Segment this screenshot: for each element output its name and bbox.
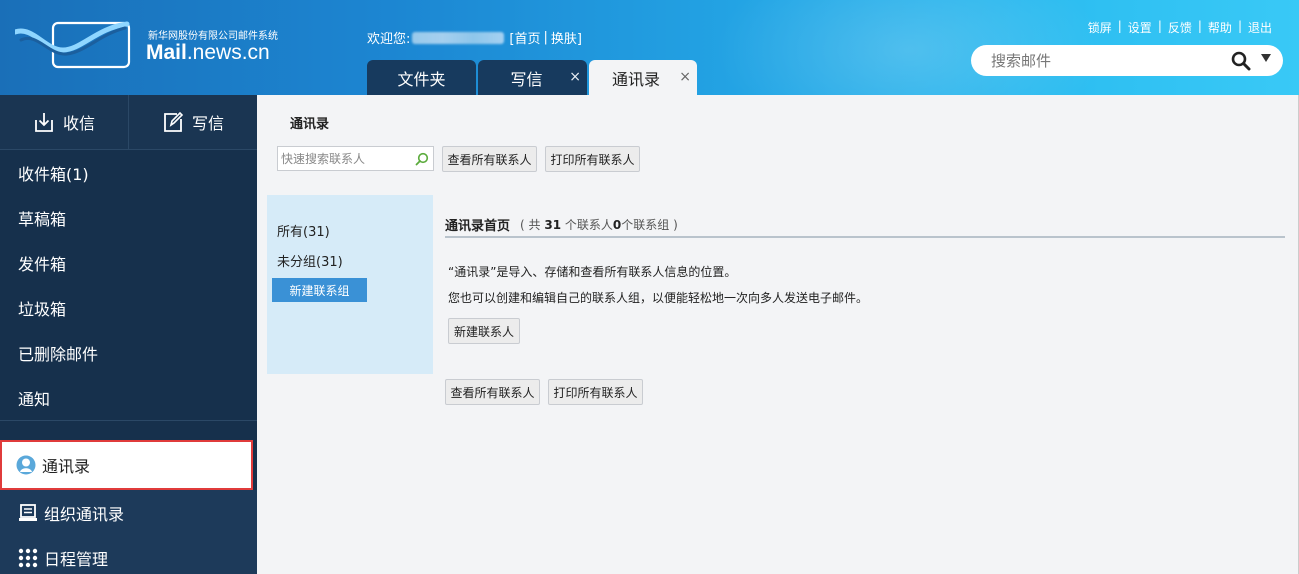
- sidebar-divider: [0, 420, 257, 440]
- search-icon[interactable]: [1231, 51, 1251, 71]
- main-content: 通讯录 查看所有联系人 打印所有联系人 所有(31) 未分组(31) 新建联系组…: [257, 95, 1299, 574]
- tab-contacts[interactable]: 通讯录 ×: [589, 60, 697, 95]
- sidebar-item-label: 垃圾箱: [18, 299, 67, 319]
- group-count: 0: [612, 217, 622, 232]
- sidebar-item-spam[interactable]: 垃圾箱: [0, 285, 257, 330]
- page-title: 通讯录: [290, 117, 330, 132]
- new-group-button[interactable]: 新建联系组: [272, 278, 367, 302]
- mail-logo-icon: [15, 21, 131, 69]
- tab-folders[interactable]: 文件夹: [367, 60, 476, 95]
- sidebar-item-contacts[interactable]: 通讯录: [0, 440, 253, 490]
- tab-label: 写信: [510, 69, 543, 89]
- welcome-bar: 欢迎您: [首页 | 换肤]: [367, 28, 585, 47]
- link-separator: |: [1117, 19, 1122, 33]
- view-all-contacts-button[interactable]: 查看所有联系人: [442, 146, 537, 172]
- mail-search-input[interactable]: [991, 51, 1231, 70]
- search-icon[interactable]: [415, 152, 429, 166]
- sidebar-item-org-contacts[interactable]: 组织通讯录: [0, 490, 257, 535]
- logout-link[interactable]: 退出: [1248, 19, 1272, 36]
- edit-icon: [164, 111, 184, 132]
- link-separator: |: [1237, 19, 1242, 33]
- help-link[interactable]: 帮助: [1208, 19, 1232, 36]
- sidebar-item-sent[interactable]: 发件箱: [0, 240, 257, 285]
- top-links: 锁屏 | 设置 | 反馈 | 帮助 | 退出: [1085, 19, 1275, 36]
- brand-domain: Mail.news.cn: [146, 41, 270, 64]
- sidebar: 收信 写信 收件箱(1) 草稿箱 发件箱 垃圾箱 已删除邮件 通知 通讯录 组织…: [0, 95, 257, 574]
- sidebar-item-drafts[interactable]: 草稿箱: [0, 195, 257, 240]
- link-separator: |: [1197, 19, 1202, 33]
- tab-compose[interactable]: 写信 ×: [478, 60, 587, 95]
- sidebar-item-label: 发件箱: [18, 254, 67, 274]
- group-all[interactable]: 所有(31): [277, 221, 330, 240]
- close-icon[interactable]: ×: [679, 69, 691, 85]
- group-list: 所有(31) 未分组(31) 新建联系组: [267, 195, 433, 374]
- sidebar-item-label: 通知: [18, 389, 51, 409]
- contact-icon: [16, 455, 36, 475]
- home-link[interactable]: [首页: [509, 28, 540, 47]
- welcome-text: 欢迎您:: [367, 32, 411, 47]
- contact-count-summary: ( 共 31 个联系人0个联系组 ): [520, 217, 678, 232]
- sidebar-item-label: 通讯录: [42, 457, 91, 476]
- contact-search-box: [277, 146, 434, 171]
- new-contact-button[interactable]: 新建联系人: [448, 318, 520, 344]
- link-separator: |: [1157, 19, 1162, 33]
- lock-screen-link[interactable]: 锁屏: [1088, 19, 1112, 36]
- inbox-download-icon: [35, 113, 53, 132]
- chevron-down-icon[interactable]: [1261, 54, 1271, 62]
- panel-heading: 通讯录首页: [445, 218, 511, 234]
- compose-label: 写信: [191, 114, 224, 133]
- description-line-1: “通讯录”是导入、存储和查看所有联系人信息的位置。: [448, 265, 737, 279]
- settings-link[interactable]: 设置: [1128, 19, 1152, 36]
- sidebar-item-calendar[interactable]: 日程管理: [0, 535, 257, 574]
- header-bar: 新华网股份有限公司邮件系统 Mail.news.cn 欢迎您: [首页 | 换肤…: [0, 0, 1299, 95]
- print-all-contacts-button-bottom[interactable]: 打印所有联系人: [548, 379, 643, 405]
- sidebar-item-notices[interactable]: 通知: [0, 375, 257, 420]
- sidebar-item-inbox[interactable]: 收件箱(1): [0, 150, 257, 195]
- sidebar-item-label: 组织通讯录: [44, 504, 125, 524]
- contact-search-input[interactable]: [281, 151, 411, 166]
- tab-bar: 文件夹 写信 × 通讯录 ×: [367, 60, 699, 95]
- sidebar-item-deleted[interactable]: 已删除邮件: [0, 330, 257, 375]
- description-line-2: 您也可以创建和编辑自己的联系人组，以便能轻松地一次向多人发送电子邮件。: [448, 291, 869, 305]
- print-all-contacts-button[interactable]: 打印所有联系人: [545, 146, 640, 172]
- panel-header: 通讯录首页 ( 共 31 个联系人0个联系组 ): [445, 212, 1285, 238]
- sidebar-item-label: 已删除邮件: [18, 344, 99, 364]
- sidebar-item-label: 日程管理: [44, 549, 109, 569]
- contact-count: 31: [544, 217, 562, 232]
- brand-company: 新华网股份有限公司邮件系统: [148, 31, 278, 42]
- skin-link[interactable]: 换肤]: [551, 28, 582, 47]
- user-email-redacted: [412, 31, 505, 44]
- receive-label: 收信: [62, 114, 95, 133]
- quick-actions: 收信 写信: [0, 95, 257, 150]
- tab-label: 通讯录: [611, 69, 660, 89]
- compose-button[interactable]: 写信: [129, 95, 257, 149]
- group-ungrouped[interactable]: 未分组(31): [277, 251, 343, 270]
- grid-icon: [18, 548, 38, 568]
- view-all-contacts-button-bottom[interactable]: 查看所有联系人: [445, 379, 540, 405]
- feedback-link[interactable]: 反馈: [1168, 19, 1192, 36]
- sidebar-item-label: 草稿箱: [18, 209, 67, 229]
- org-address-icon: [18, 503, 38, 523]
- mail-search-box: [971, 45, 1283, 76]
- close-icon[interactable]: ×: [569, 69, 581, 85]
- tab-label: 文件夹: [397, 69, 446, 89]
- receive-button[interactable]: 收信: [0, 95, 129, 149]
- sidebar-item-label: 收件箱(1): [18, 164, 89, 184]
- link-separator: |: [543, 30, 548, 45]
